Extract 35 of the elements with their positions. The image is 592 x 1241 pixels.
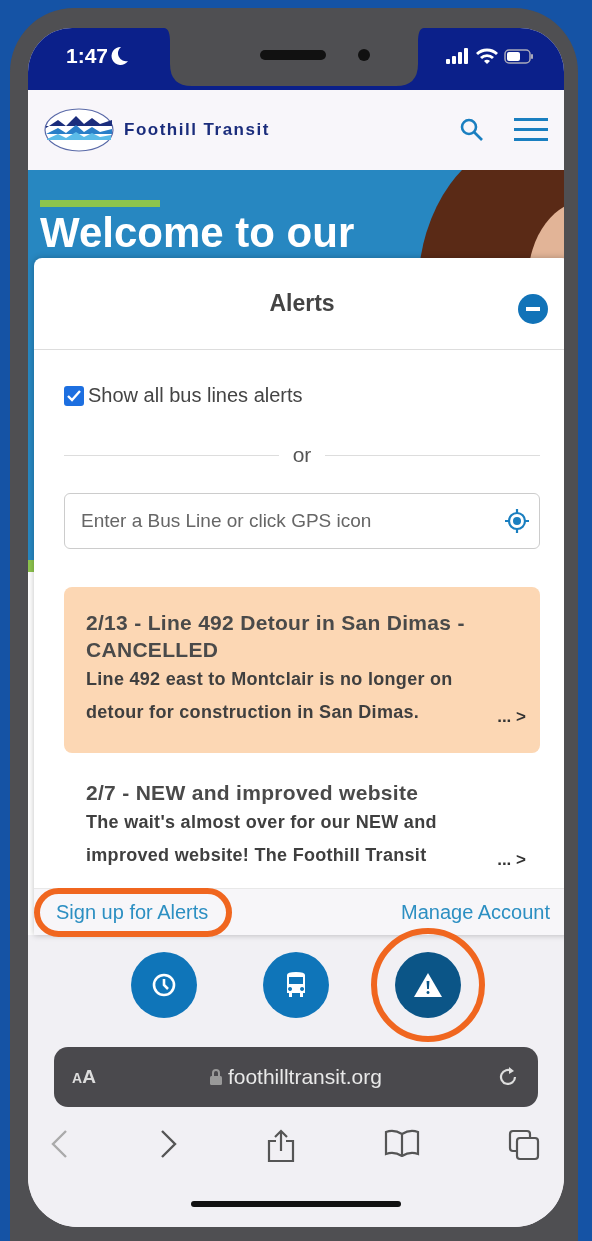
gps-icon[interactable] xyxy=(504,508,530,534)
search-icon[interactable] xyxy=(460,118,484,142)
alert-title: 2/13 - Line 492 Detour in San Dimas - CANCELLED xyxy=(86,610,466,663)
tabs-icon[interactable] xyxy=(508,1129,540,1163)
status-time: 1:47 xyxy=(66,44,109,68)
collapse-button[interactable] xyxy=(518,294,548,324)
separator-label: or xyxy=(292,443,312,467)
alert-card[interactable]: 2/13 - Line 492 Detour in San Dimas - CANCELLED Line 492 east to Montclair is no longer on detour for construction in San Dimas. ... > xyxy=(64,587,540,753)
lock-icon xyxy=(209,1069,222,1085)
address-bar[interactable]: AA foothilltransit.org xyxy=(54,1047,538,1107)
minus-icon xyxy=(526,307,540,311)
signal-icon xyxy=(446,48,470,64)
panel-title: Alerts xyxy=(269,290,335,317)
checkbox-label: Show all bus lines alerts xyxy=(88,384,303,407)
bus-icon xyxy=(284,972,308,998)
text-size-button[interactable]: AA xyxy=(72,1066,96,1088)
alert-text: Line 492 east to Montclair is no longer on detour for construction in San Dimas. xyxy=(86,668,454,724)
menu-icon[interactable] xyxy=(514,118,548,142)
brand-name: Foothill Transit xyxy=(124,120,271,140)
warning-icon xyxy=(414,973,442,997)
battery-icon xyxy=(504,48,534,64)
alert-text: The wait's almost over for our NEW and improved website! The Foothill Transit xyxy=(86,811,438,867)
clock-icon xyxy=(151,972,177,998)
alert-title: 2/7 - NEW and improved website xyxy=(86,780,420,806)
alert-card[interactable]: 2/7 - NEW and improved website The wait's almost over for our NEW and improved website! The Foothill Transit ... > xyxy=(64,757,540,888)
checkbox[interactable] xyxy=(64,385,84,406)
logo-icon xyxy=(44,108,114,152)
wifi-icon xyxy=(476,48,498,64)
bus-line-field[interactable]: Enter a Bus Line or click GPS icon xyxy=(64,493,540,549)
share-icon[interactable] xyxy=(266,1129,296,1163)
more-link[interactable]: ... > xyxy=(497,850,526,870)
hero-heading: Welcome to our xyxy=(40,210,355,256)
more-link[interactable]: ... > xyxy=(497,707,526,727)
moon-icon xyxy=(111,46,130,66)
url-text: foothilltransit.org xyxy=(227,1065,382,1089)
